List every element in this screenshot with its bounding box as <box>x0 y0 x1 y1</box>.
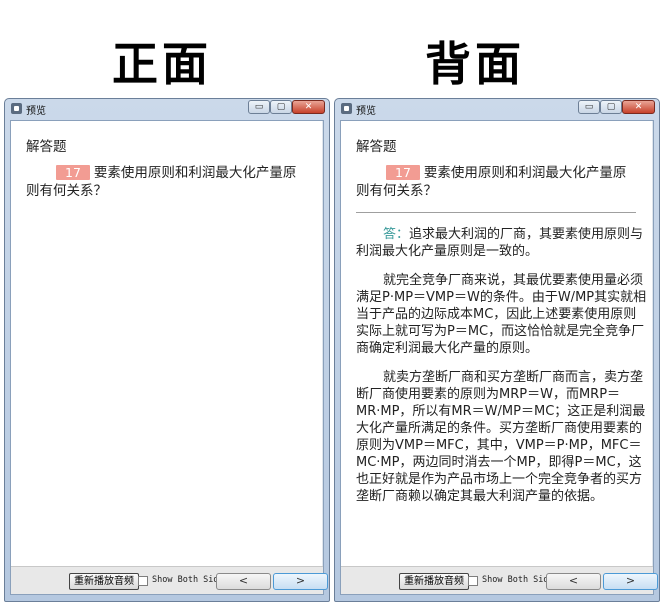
maximize-button[interactable]: ▢ <box>600 100 622 114</box>
show-both-sides-checkbox[interactable] <box>468 576 478 586</box>
app-icon <box>341 103 352 114</box>
back-heading: 背面 <box>425 37 525 91</box>
question-number-badge: 17 <box>386 165 420 180</box>
answer-paragraph: 答：追求最大利润的厂商，其要素使用原则与利润最大化产量原则是一致的。 <box>356 226 648 260</box>
front-heading: 正面 <box>112 37 212 91</box>
close-button[interactable]: ✕ <box>292 100 325 114</box>
bottom-toolbar: 重新播放音频 Show Both Sides < > <box>11 566 328 594</box>
answer-label: 答： <box>383 227 410 242</box>
section-title: 解答题 <box>26 139 67 155</box>
preview-window-back: 预览 ▭ ▢ ✕ 解答题 17 要素使用原则和利润最大化产量原则有何关系？ 答：追… <box>334 98 660 602</box>
next-button[interactable]: > <box>273 573 328 590</box>
replay-audio-button[interactable]: 重新播放音频 <box>69 573 139 590</box>
window-title: 预览 <box>26 106 46 117</box>
answer: 答：追求最大利润的厂商，其要素使用原则与利润最大化产量原则是一致的。 就完全竞争… <box>356 226 648 517</box>
preview-window-front: 预览 ▭ ▢ ✕ 解答题 17 要素使用原则和利润最大化产量原则有何关系？ 重新播… <box>4 98 330 602</box>
window-title: 预览 <box>356 106 376 117</box>
replay-audio-button[interactable]: 重新播放音频 <box>399 573 469 590</box>
answer-divider <box>356 212 636 213</box>
scrollbar[interactable] <box>652 121 653 567</box>
maximize-button[interactable]: ▢ <box>270 100 292 114</box>
bottom-toolbar: 重新播放音频 Show Both Sides < > <box>341 566 658 594</box>
previous-button[interactable]: < <box>546 573 601 590</box>
section-title: 解答题 <box>356 139 397 155</box>
window-client: 解答题 17 要素使用原则和利润最大化产量原则有何关系？ 重新播放音频 Show … <box>10 120 328 595</box>
question: 17 要素使用原则和利润最大化产量原则有何关系？ <box>356 164 636 200</box>
previous-button[interactable]: < <box>216 573 271 590</box>
card-content: 解答题 17 要素使用原则和利润最大化产量原则有何关系？ 答：追求最大利润的厂商，… <box>341 121 653 567</box>
app-icon <box>11 103 22 114</box>
show-both-sides-checkbox[interactable] <box>138 576 148 586</box>
answer-paragraph: 就卖方垄断厂商和买方垄断厂商而言，卖方垄断厂商使用要素的原则为MRP＝W，而MR… <box>356 370 646 504</box>
title-bar[interactable]: 预览 ▭ ▢ ✕ <box>5 99 329 119</box>
minimize-button[interactable]: ▭ <box>578 100 600 114</box>
close-button[interactable]: ✕ <box>622 100 655 114</box>
answer-paragraph: 就完全竞争厂商来说，其最优要素使用量必须满足P·MP＝VMP＝W的条件。由于W/… <box>356 273 647 356</box>
question: 17 要素使用原则和利润最大化产量原则有何关系？ <box>26 164 306 200</box>
window-client: 解答题 17 要素使用原则和利润最大化产量原则有何关系？ 答：追求最大利润的厂商，… <box>340 120 658 595</box>
title-bar[interactable]: 预览 ▭ ▢ ✕ <box>335 99 659 119</box>
next-button[interactable]: > <box>603 573 658 590</box>
minimize-button[interactable]: ▭ <box>248 100 270 114</box>
question-number-badge: 17 <box>56 165 90 180</box>
scrollbar[interactable] <box>322 121 323 567</box>
card-content: 解答题 17 要素使用原则和利润最大化产量原则有何关系？ <box>11 121 323 567</box>
